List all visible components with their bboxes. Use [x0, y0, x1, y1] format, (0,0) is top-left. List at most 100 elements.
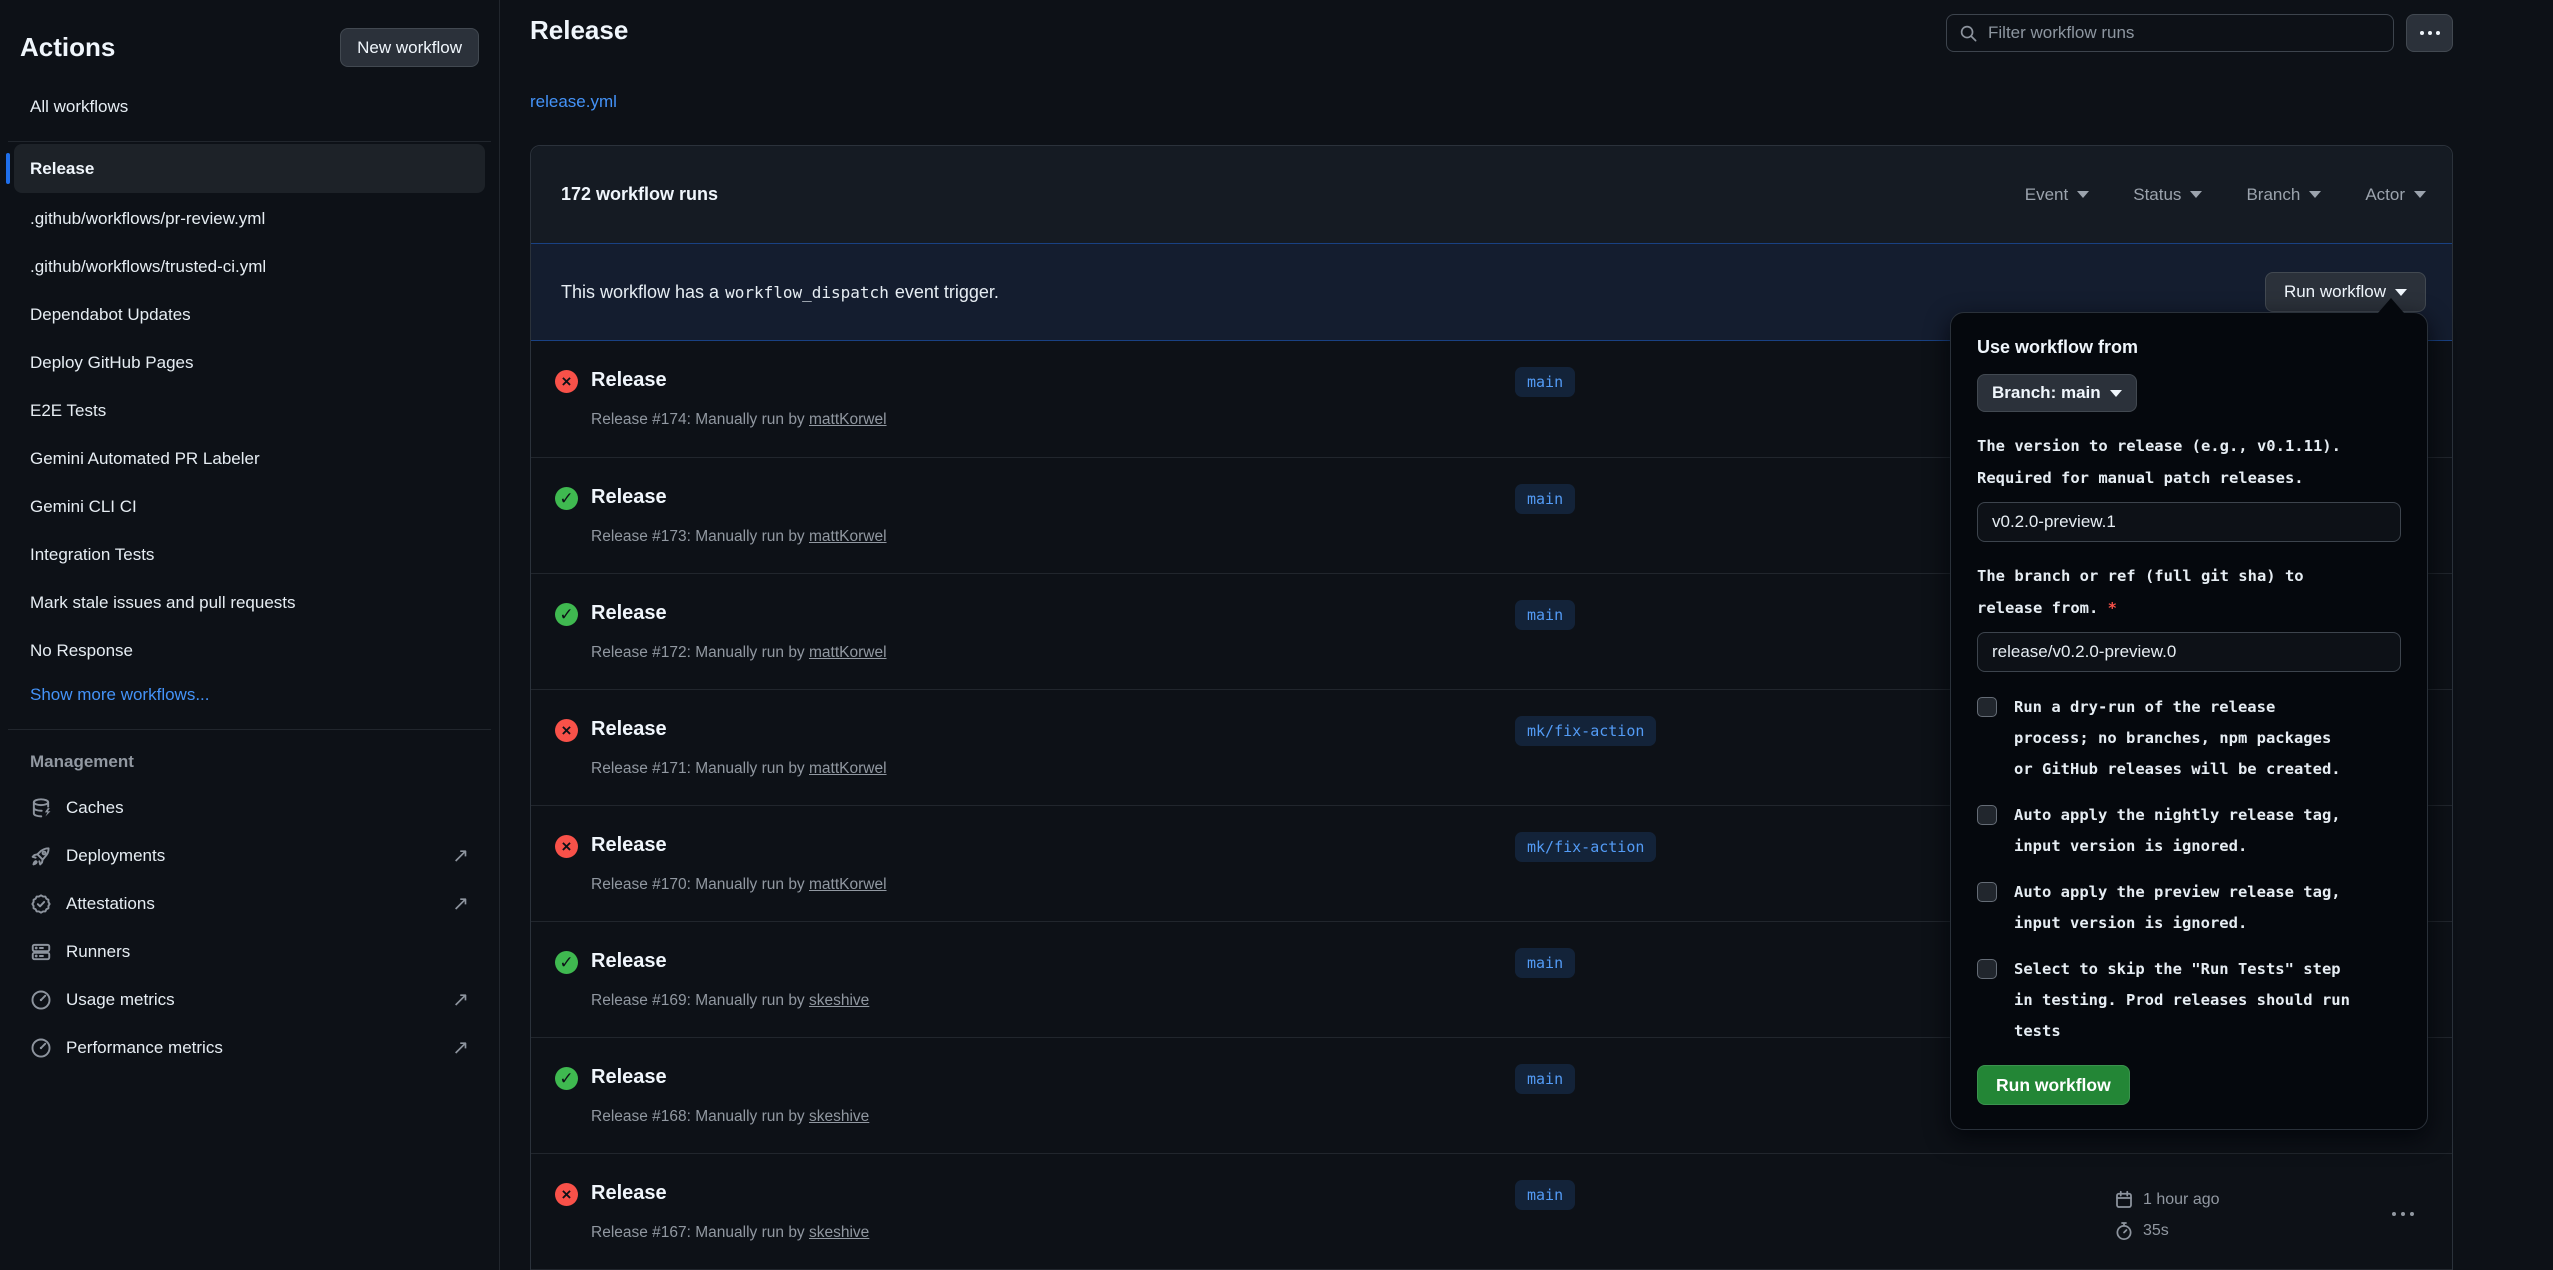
- dispatch-option-label: Select to skip the "Run Tests" step in t…: [2014, 954, 2350, 1047]
- kebab-icon: [2401, 1212, 2405, 1216]
- branch-badge[interactable]: main: [1515, 600, 1575, 630]
- success-status-icon: ✓: [555, 1067, 578, 1090]
- filter-label: Status: [2133, 185, 2181, 205]
- sidebar-item-workflow-9[interactable]: Mark stale issues and pull requests: [14, 579, 485, 627]
- branch-badge[interactable]: main: [1515, 367, 1575, 397]
- sidebar-item-workflow-7[interactable]: Gemini CLI CI: [14, 483, 485, 531]
- sidebar-header: Actions New workflow: [14, 0, 485, 67]
- branch-badge[interactable]: main: [1515, 484, 1575, 514]
- sidebar-item-caches[interactable]: Caches: [14, 784, 485, 832]
- run-filters: Event Status Branch Actor: [2025, 185, 2426, 205]
- dispatch-option-label: Auto apply the nightly release tag, inpu…: [2014, 800, 2341, 862]
- run-title-link[interactable]: Release: [591, 834, 667, 857]
- checkbox-unchecked-icon[interactable]: [1977, 959, 1997, 979]
- version-input[interactable]: [1977, 502, 2401, 542]
- management-item-label: Deployments: [66, 846, 438, 866]
- external-link-icon: ↗: [452, 990, 469, 1010]
- run-description: Release #167: Manually run by skeshive: [591, 1224, 869, 1242]
- run-description-text: Release #169: Manually run by: [591, 992, 805, 1009]
- run-title-link[interactable]: Release: [591, 486, 667, 509]
- run-start-time: 1 hour ago: [2114, 1187, 2220, 1213]
- dispatch-option-3[interactable]: Select to skip the "Run Tests" step in t…: [1977, 954, 2401, 1047]
- sidebar-item-workflow-3[interactable]: Dependabot Updates: [14, 291, 485, 339]
- kebab-icon: [2420, 31, 2424, 35]
- dispatch-option-2[interactable]: Auto apply the preview release tag, inpu…: [1977, 877, 2401, 939]
- actor-link[interactable]: skeshive: [809, 992, 869, 1009]
- sidebar-item-runners[interactable]: Runners: [14, 928, 485, 976]
- workflow-file-link[interactable]: release.yml: [530, 92, 617, 112]
- run-title-link[interactable]: Release: [591, 369, 667, 392]
- ref-input[interactable]: [1977, 632, 2401, 672]
- run-workflow-submit-button[interactable]: Run workflow: [1977, 1065, 2130, 1105]
- sidebar-item-attestations[interactable]: Attestations↗: [14, 880, 485, 928]
- branch-selector-button[interactable]: Branch: main: [1977, 374, 2137, 412]
- run-count: 172 workflow runs: [561, 184, 718, 205]
- workflow-run-row[interactable]: ×ReleaseRelease #167: Manually run by sk…: [531, 1153, 2452, 1269]
- management-item-label: Usage metrics: [66, 990, 438, 1010]
- actor-link[interactable]: mattKorwel: [809, 411, 887, 428]
- filter-runs-search[interactable]: [1946, 14, 2394, 52]
- run-description: Release #171: Manually run by mattKorwel: [591, 760, 887, 778]
- run-description-text: Release #173: Manually run by: [591, 528, 805, 545]
- run-kebab-menu-button[interactable]: [2386, 1206, 2420, 1222]
- actor-link[interactable]: skeshive: [809, 1224, 869, 1241]
- kebab-icon: [2392, 1212, 2396, 1216]
- page-kebab-menu-button[interactable]: [2406, 14, 2453, 52]
- sidebar-item-workflow-8[interactable]: Integration Tests: [14, 531, 485, 579]
- show-more-workflows-link[interactable]: Show more workflows...: [14, 675, 485, 715]
- branch-badge[interactable]: mk/fix-action: [1515, 832, 1656, 862]
- filter-event[interactable]: Event: [2025, 185, 2089, 205]
- checkbox-unchecked-icon[interactable]: [1977, 805, 1997, 825]
- dispatch-options: Run a dry-run of the release process; no…: [1977, 692, 2401, 1047]
- sidebar-item-usage-metrics[interactable]: Usage metrics ↗: [14, 976, 485, 1024]
- branch-badge[interactable]: main: [1515, 1064, 1575, 1094]
- search-input[interactable]: [1988, 23, 2381, 43]
- chevron-down-icon: [2077, 191, 2089, 198]
- checkbox-unchecked-icon[interactable]: [1977, 882, 1997, 902]
- sidebar-item-performance-metrics[interactable]: Performance metrics↗: [14, 1024, 485, 1072]
- branch-badge[interactable]: main: [1515, 1180, 1575, 1210]
- sidebar-item-workflow-6[interactable]: Gemini Automated PR Labeler: [14, 435, 485, 483]
- sidebar-divider: [8, 141, 491, 142]
- branch-badge[interactable]: mk/fix-action: [1515, 716, 1656, 746]
- sidebar-item-deployments[interactable]: Deployments↗: [14, 832, 485, 880]
- dispatch-option-1[interactable]: Auto apply the nightly release tag, inpu…: [1977, 800, 2401, 862]
- workflow-list: Release.github/workflows/pr-review.yml.g…: [14, 144, 485, 675]
- sidebar-item-workflow-0[interactable]: Release: [14, 144, 485, 193]
- server-icon: [30, 941, 52, 963]
- actor-link[interactable]: mattKorwel: [809, 876, 887, 893]
- chevron-down-icon: [2395, 289, 2407, 296]
- actor-link[interactable]: skeshive: [809, 1108, 869, 1125]
- management-item-label: Runners: [66, 942, 469, 962]
- run-title-link[interactable]: Release: [591, 602, 667, 625]
- sidebar-item-workflow-2[interactable]: .github/workflows/trusted-ci.yml: [14, 243, 485, 291]
- filter-status[interactable]: Status: [2133, 185, 2202, 205]
- sidebar-item-workflow-5[interactable]: E2E Tests: [14, 387, 485, 435]
- sidebar-item-workflow-10[interactable]: No Response: [14, 627, 485, 675]
- run-title-link[interactable]: Release: [591, 1182, 667, 1205]
- version-input-description: The version to release (e.g., v0.1.11). …: [1977, 430, 2401, 494]
- required-marker: *: [2108, 599, 2117, 617]
- run-title-link[interactable]: Release: [591, 718, 667, 741]
- actor-link[interactable]: mattKorwel: [809, 644, 887, 661]
- failure-status-icon: ×: [555, 719, 578, 742]
- run-title-link[interactable]: Release: [591, 1066, 667, 1089]
- dispatch-option-0[interactable]: Run a dry-run of the release process; no…: [1977, 692, 2401, 785]
- filter-label: Event: [2025, 185, 2068, 205]
- chevron-down-icon: [2309, 191, 2321, 198]
- filter-label: Branch: [2246, 185, 2300, 205]
- run-description: Release #168: Manually run by skeshive: [591, 1108, 869, 1126]
- sidebar-item-workflow-1[interactable]: .github/workflows/pr-review.yml: [14, 195, 485, 243]
- calendar-icon: [2114, 1190, 2134, 1210]
- branch-badge[interactable]: main: [1515, 948, 1575, 978]
- new-workflow-button[interactable]: New workflow: [340, 28, 479, 67]
- checkbox-unchecked-icon[interactable]: [1977, 697, 1997, 717]
- filter-actor[interactable]: Actor: [2365, 185, 2426, 205]
- actor-link[interactable]: mattKorwel: [809, 760, 887, 777]
- sidebar-item-all-workflows[interactable]: All workflows: [14, 87, 485, 127]
- run-title-link[interactable]: Release: [591, 950, 667, 973]
- sidebar-item-workflow-4[interactable]: Deploy GitHub Pages: [14, 339, 485, 387]
- filter-label: Actor: [2365, 185, 2405, 205]
- filter-branch[interactable]: Branch: [2246, 185, 2321, 205]
- actor-link[interactable]: mattKorwel: [809, 528, 887, 545]
